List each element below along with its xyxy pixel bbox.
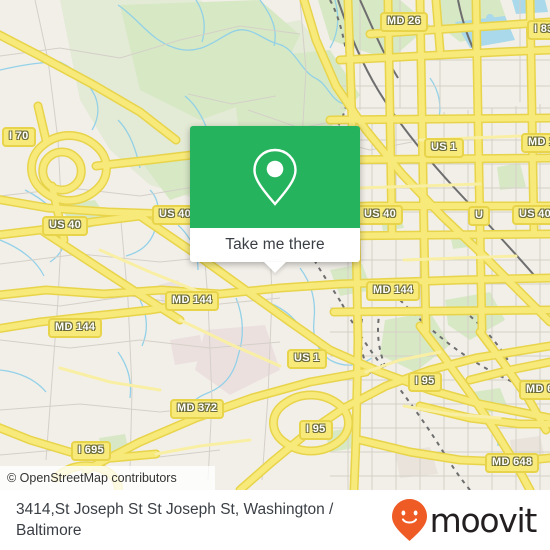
road-shield: US 1 — [287, 349, 327, 369]
road-shield: US 40 — [357, 205, 404, 225]
road-shield: MD 144 — [366, 281, 421, 301]
bottom-info-bar: 3414,St Joseph St St Joseph St, Washingt… — [0, 490, 550, 550]
map-attribution: © OpenStreetMap contributors — [0, 466, 215, 490]
road-shield: US 40 — [512, 205, 550, 225]
moovit-smiley-pin-icon — [391, 499, 427, 541]
map-screen: MD 26 I 83 I 70 US 1 MD 12 US 40 US 40 US 40 U US… — [0, 0, 550, 550]
road-shield: I 95 — [299, 420, 333, 440]
popup-icon-panel — [190, 126, 360, 228]
road-shield: MD 144 — [165, 291, 220, 311]
road-shield: US 1 — [424, 138, 464, 158]
road-shield: U — [468, 206, 491, 226]
road-shield: MD 12 — [521, 133, 550, 153]
popup-tail-pointer — [264, 262, 286, 273]
road-shield: MD 144 — [48, 318, 103, 338]
road-shield: I 83 — [527, 20, 550, 40]
road-shield: MD 648 — [485, 453, 540, 473]
take-me-there-button[interactable]: Take me there — [190, 228, 360, 273]
address-text: 3414,St Joseph St St Joseph St, Washingt… — [16, 501, 334, 539]
road-shield: US 40 — [42, 216, 89, 236]
attribution-text: © OpenStreetMap contributors — [7, 471, 177, 485]
moovit-wordmark: moovit — [429, 500, 538, 540]
road-shield: I 95 — [408, 372, 442, 392]
location-popup-card[interactable]: Take me there — [190, 126, 360, 273]
moovit-logo[interactable]: moovit — [391, 498, 538, 542]
road-shield: MD 64 — [519, 380, 550, 400]
map-canvas[interactable]: MD 26 I 83 I 70 US 1 MD 12 US 40 US 40 US 40 U US… — [0, 0, 550, 490]
road-shield: I 70 — [2, 127, 36, 147]
road-shield: MD 372 — [170, 399, 225, 419]
take-me-there-label: Take me there — [225, 236, 325, 253]
road-shield: MD 26 — [380, 12, 428, 32]
road-shield: I 695 — [71, 441, 111, 461]
location-pin-icon — [253, 148, 297, 206]
